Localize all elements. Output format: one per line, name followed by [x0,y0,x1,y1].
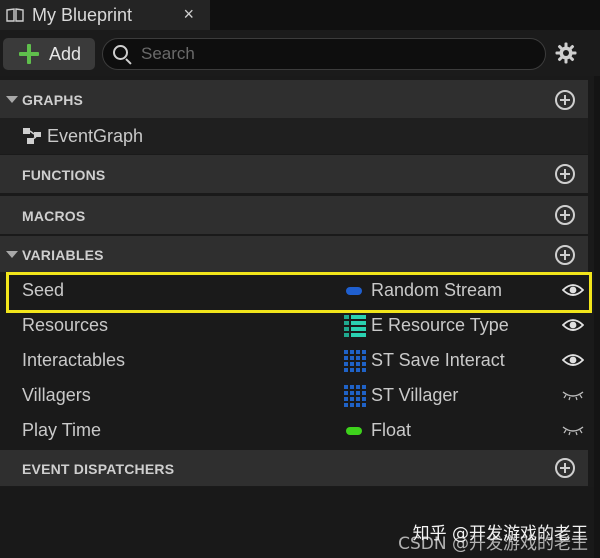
eye-open-icon[interactable] [561,352,585,368]
eye-closed-icon[interactable] [562,422,584,438]
watermark-zhihu: 知乎 @开发游戏的老王 [412,524,588,544]
add-button[interactable]: Add [3,38,95,70]
section-event-dispatchers[interactable]: EVENT DISPATCHERS [0,450,588,486]
section-label-graphs: GRAPHS [22,92,84,108]
event-graph-icon [22,127,42,150]
section-functions[interactable]: FUNCTIONS [0,155,588,193]
variable-type: E Resource Type [371,315,509,335]
variable-type: Float [371,420,412,440]
list-item-eventgraph[interactable]: EventGraph [0,118,588,154]
tab-title: My Blueprint [32,4,133,25]
enum-list-icon [344,315,366,337]
variable-row-interactables[interactable]: Interactables ST Save Interact [0,343,588,378]
add-graph-icon[interactable] [555,90,575,110]
tab-bar: My Blueprint × [0,0,600,30]
add-button-label: Add [49,43,82,64]
toolbar: Add [0,30,600,76]
selection-highlight [6,272,592,313]
variable-row-villagers[interactable]: Villagers ST Villager [0,378,588,413]
scrollbar[interactable] [594,76,600,558]
variable-type: ST Villager [371,385,459,405]
add-function-icon[interactable] [555,164,575,184]
section-graphs[interactable]: GRAPHS [0,80,588,118]
section-macros[interactable]: MACROS [0,196,588,234]
eye-open-icon[interactable] [561,317,585,333]
search-input[interactable] [141,44,545,64]
add-event-dispatcher-icon[interactable] [555,458,575,478]
section-label-macros: MACROS [22,208,86,224]
eventgraph-label: EventGraph [47,126,144,146]
variable-type: ST Save Interact [371,350,505,370]
section-label-event-dispatchers: EVENT DISPATCHERS [22,461,175,477]
plus-icon [19,44,39,64]
caret-down-icon[interactable] [6,251,18,258]
section-variables[interactable]: VARIABLES [0,236,588,272]
variable-name: Play Time [22,420,102,440]
add-macro-icon[interactable] [555,205,575,225]
variable-row-play-time[interactable]: Play Time Float [0,413,588,448]
gear-icon[interactable] [555,42,577,64]
array-grid-icon [344,350,366,372]
variable-row-resources[interactable]: Resources E Resource Type [0,308,588,343]
float-pill-icon [346,427,362,435]
section-label-functions: FUNCTIONS [22,167,106,183]
search-icon [111,43,133,65]
add-variable-icon[interactable] [555,245,575,265]
array-grid-icon [344,385,366,407]
tab-my-blueprint[interactable]: My Blueprint × [0,0,210,30]
search-box[interactable] [102,38,546,70]
close-icon[interactable]: × [183,4,194,25]
caret-down-icon[interactable] [6,96,18,103]
variable-name: Interactables [22,350,126,370]
variable-name: Resources [22,315,109,335]
book-icon [6,8,24,22]
eye-closed-icon[interactable] [562,387,584,403]
section-label-variables: VARIABLES [22,247,104,263]
variable-name: Villagers [22,385,91,405]
